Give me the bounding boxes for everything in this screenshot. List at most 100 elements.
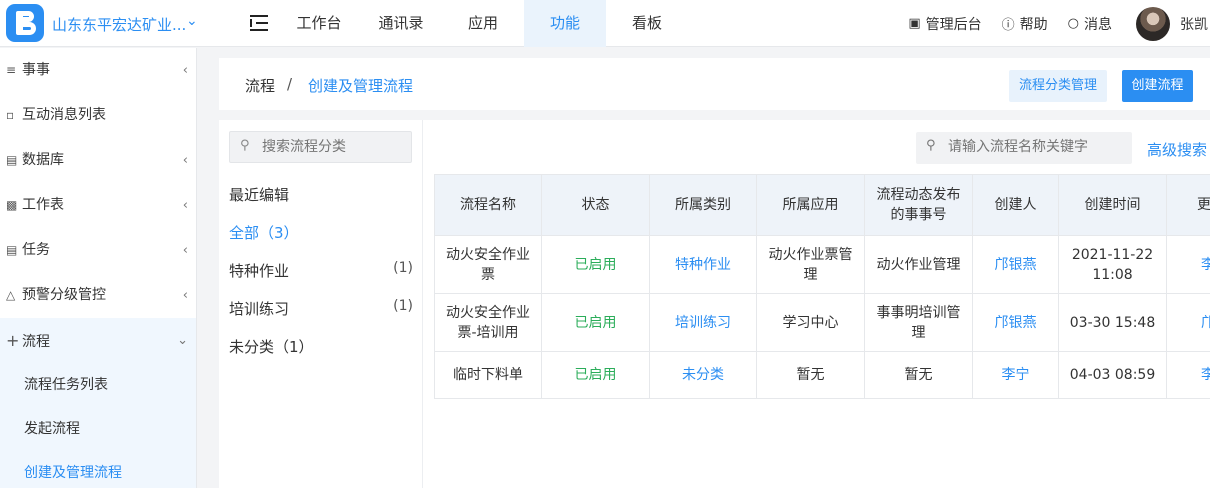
- sidebar-item-label: 互动消息列表: [22, 107, 106, 123]
- task-icon: ▤: [6, 243, 18, 257]
- top-nav: 工作台 通讯录 应用 功能 看板: [278, 0, 688, 47]
- org-name[interactable]: 山东东平宏达矿业...: [52, 14, 186, 35]
- chat-icon: ○: [1067, 16, 1079, 31]
- create-flow-button[interactable]: 创建流程: [1122, 70, 1193, 102]
- bell-icon: △: [6, 288, 16, 302]
- sidebar-item-label: 工作表: [22, 197, 64, 213]
- sidebar-subitem-start-flow[interactable]: 发起流程: [0, 407, 196, 451]
- tab-functions[interactable]: 功能: [524, 0, 606, 47]
- message-icon: ▫: [6, 108, 15, 122]
- table-row[interactable]: 临时下料单 已启用 未分类 暂无 暂无 李宁 04-03 08:59 李: [434, 351, 1210, 399]
- chevron-left-icon: ‹: [182, 243, 188, 258]
- cell-publish: 事事明培训管理: [864, 293, 973, 352]
- col-header-status: 状态: [541, 174, 650, 236]
- chevron-left-icon: ‹: [182, 198, 188, 213]
- cell-app: 动火作业票管理: [756, 235, 865, 294]
- cell-category-link[interactable]: 培训练习: [649, 293, 757, 352]
- messages-link[interactable]: ○ 消息: [1068, 14, 1112, 34]
- cell-category-link[interactable]: 未分类: [649, 351, 757, 399]
- menu-fold-icon[interactable]: [250, 14, 270, 32]
- sidebar-item-label: 事事: [22, 62, 50, 78]
- advanced-search-link[interactable]: 高级搜索: [1147, 139, 1207, 160]
- table-row[interactable]: 动火安全作业票-培训用 已启用 培训练习 学习中心 事事明培训管理 邝银燕 03…: [434, 293, 1210, 352]
- category-search[interactable]: ⚲: [229, 131, 412, 163]
- database-icon: ▤: [6, 153, 18, 167]
- flow-list-panel: ⚲ 高级搜索 流程名称 状态 所属类别 所属应用: [424, 120, 1210, 488]
- table-row[interactable]: 动火安全作业票 已启用 特种作业 动火作业票管理 动火作业管理 邝银燕 2021…: [434, 235, 1210, 294]
- chevron-left-icon: ‹: [182, 153, 188, 168]
- col-header-more: 更: [1166, 174, 1210, 236]
- search-icon: ⚲: [926, 138, 936, 153]
- sidebar-item-affairs[interactable]: ≡ 事事 ‹: [0, 48, 196, 93]
- sidebar-item-label: 流程: [22, 334, 50, 350]
- cell-created: 03-30 15:48: [1058, 293, 1167, 352]
- content-panel: ⚲ 最近编辑 全部（3） 特种作业 (1) 培训练习 (1) 未分类（1） ⚲ …: [219, 120, 1210, 488]
- sidebar-item-tasks[interactable]: ▤ 任务 ‹: [0, 228, 196, 273]
- category-panel: ⚲ 最近编辑 全部（3） 特种作业 (1) 培训练习 (1) 未分类（1）: [219, 120, 423, 488]
- sheet-icon: ▩: [6, 198, 18, 212]
- cell-status: 已启用: [541, 293, 650, 352]
- category-manage-button[interactable]: 流程分类管理: [1009, 70, 1107, 102]
- sidebar-item-worksheet[interactable]: ▩ 工作表 ‹: [0, 183, 196, 228]
- avatar[interactable]: [1136, 6, 1170, 41]
- flow-search-input[interactable]: [948, 137, 1126, 157]
- admin-console-link[interactable]: ▣ 管理后台: [908, 14, 981, 34]
- sidebar-item-label: 数据库: [22, 152, 64, 168]
- cell-more[interactable]: 李: [1166, 235, 1210, 294]
- help-icon: ⓘ: [1001, 18, 1015, 33]
- breadcrumb-separator: /: [287, 75, 293, 93]
- sidebar-item-warning[interactable]: △ 预警分级管控 ‹: [0, 273, 196, 318]
- sidebar-item-label: 预警分级管控: [22, 287, 106, 303]
- help-label: 帮助: [1019, 16, 1048, 33]
- messages-label: 消息: [1084, 16, 1112, 33]
- category-uncategorized[interactable]: 未分类（1）: [229, 336, 413, 357]
- cell-created: 04-03 08:59: [1058, 351, 1167, 399]
- col-header-name: 流程名称: [434, 174, 542, 236]
- col-header-publish: 流程动态发布的事事号: [864, 174, 973, 236]
- monitor-icon: ▣: [908, 16, 921, 31]
- chevron-down-icon: ⌄: [177, 333, 188, 348]
- category-search-input[interactable]: [262, 137, 407, 157]
- chevron-left-icon: ‹: [182, 288, 188, 303]
- category-all[interactable]: 全部（3）: [229, 222, 413, 243]
- flow-table: 流程名称 状态 所属类别 所属应用 流程动态发布的事事号 创建人 创建时间 更: [434, 174, 1210, 400]
- flow-search[interactable]: ⚲: [916, 132, 1132, 164]
- cell-name: 动火安全作业票: [434, 235, 542, 294]
- category-item[interactable]: 培训练习 (1): [229, 298, 413, 319]
- breadcrumb-root[interactable]: 流程: [245, 75, 275, 96]
- sidebar-item-messages[interactable]: ▫ 互动消息列表: [0, 93, 196, 138]
- sidebar-item-flow[interactable]: + 流程 ⌄: [0, 318, 196, 363]
- breadcrumb: 流程 / 创建及管理流程 流程分类管理 创建流程: [219, 58, 1210, 110]
- cell-created: 2021-11-22 11:08: [1058, 235, 1167, 294]
- tab-contacts[interactable]: 通讯录: [360, 0, 442, 47]
- chevron-down-icon[interactable]: ⌄: [186, 13, 198, 29]
- user-name[interactable]: 张凯: [1180, 14, 1208, 34]
- help-link[interactable]: ⓘ 帮助: [1002, 14, 1048, 34]
- category-item[interactable]: 特种作业 (1): [229, 260, 413, 281]
- sidebar-item-database[interactable]: ▤ 数据库 ‹: [0, 138, 196, 183]
- main-area: 流程 / 创建及管理流程 流程分类管理 创建流程 ⚲ 最近编辑 全部（3） 特种…: [219, 58, 1210, 488]
- sidebar: ≡ 事事 ‹ ▫ 互动消息列表 ▤ 数据库 ‹ ▩ 工作表 ‹ ▤ 任务 ‹ △ 预警分级管…: [0, 48, 197, 488]
- cell-creator-link[interactable]: 邝银燕: [972, 293, 1059, 352]
- sidebar-subitem-flow-tasks[interactable]: 流程任务列表: [0, 363, 196, 407]
- tab-apps[interactable]: 应用: [442, 0, 524, 47]
- plus-icon: +: [6, 331, 20, 350]
- cell-more[interactable]: 邝: [1166, 293, 1210, 352]
- cell-more[interactable]: 李: [1166, 351, 1210, 399]
- org-switcher[interactable]: 山东东平宏达矿业... ⌄: [0, 0, 220, 47]
- cell-creator-link[interactable]: 李宁: [972, 351, 1059, 399]
- category-count: (1): [393, 260, 413, 276]
- cell-category-link[interactable]: 特种作业: [649, 235, 757, 294]
- sidebar-subitem-manage-flow[interactable]: 创建及管理流程: [0, 451, 196, 488]
- category-count: (1): [393, 298, 413, 314]
- col-header-app: 所属应用: [756, 174, 865, 236]
- cell-creator-link[interactable]: 邝银燕: [972, 235, 1059, 294]
- tab-workbench[interactable]: 工作台: [278, 0, 360, 47]
- category-recent[interactable]: 最近编辑: [229, 184, 413, 205]
- app-logo-icon: [6, 4, 44, 42]
- cell-name: 临时下料单: [434, 351, 542, 399]
- sidebar-item-label: 任务: [22, 242, 50, 258]
- tab-dashboard[interactable]: 看板: [606, 0, 688, 47]
- col-header-creator: 创建人: [972, 174, 1059, 236]
- col-header-category: 所属类别: [649, 174, 757, 236]
